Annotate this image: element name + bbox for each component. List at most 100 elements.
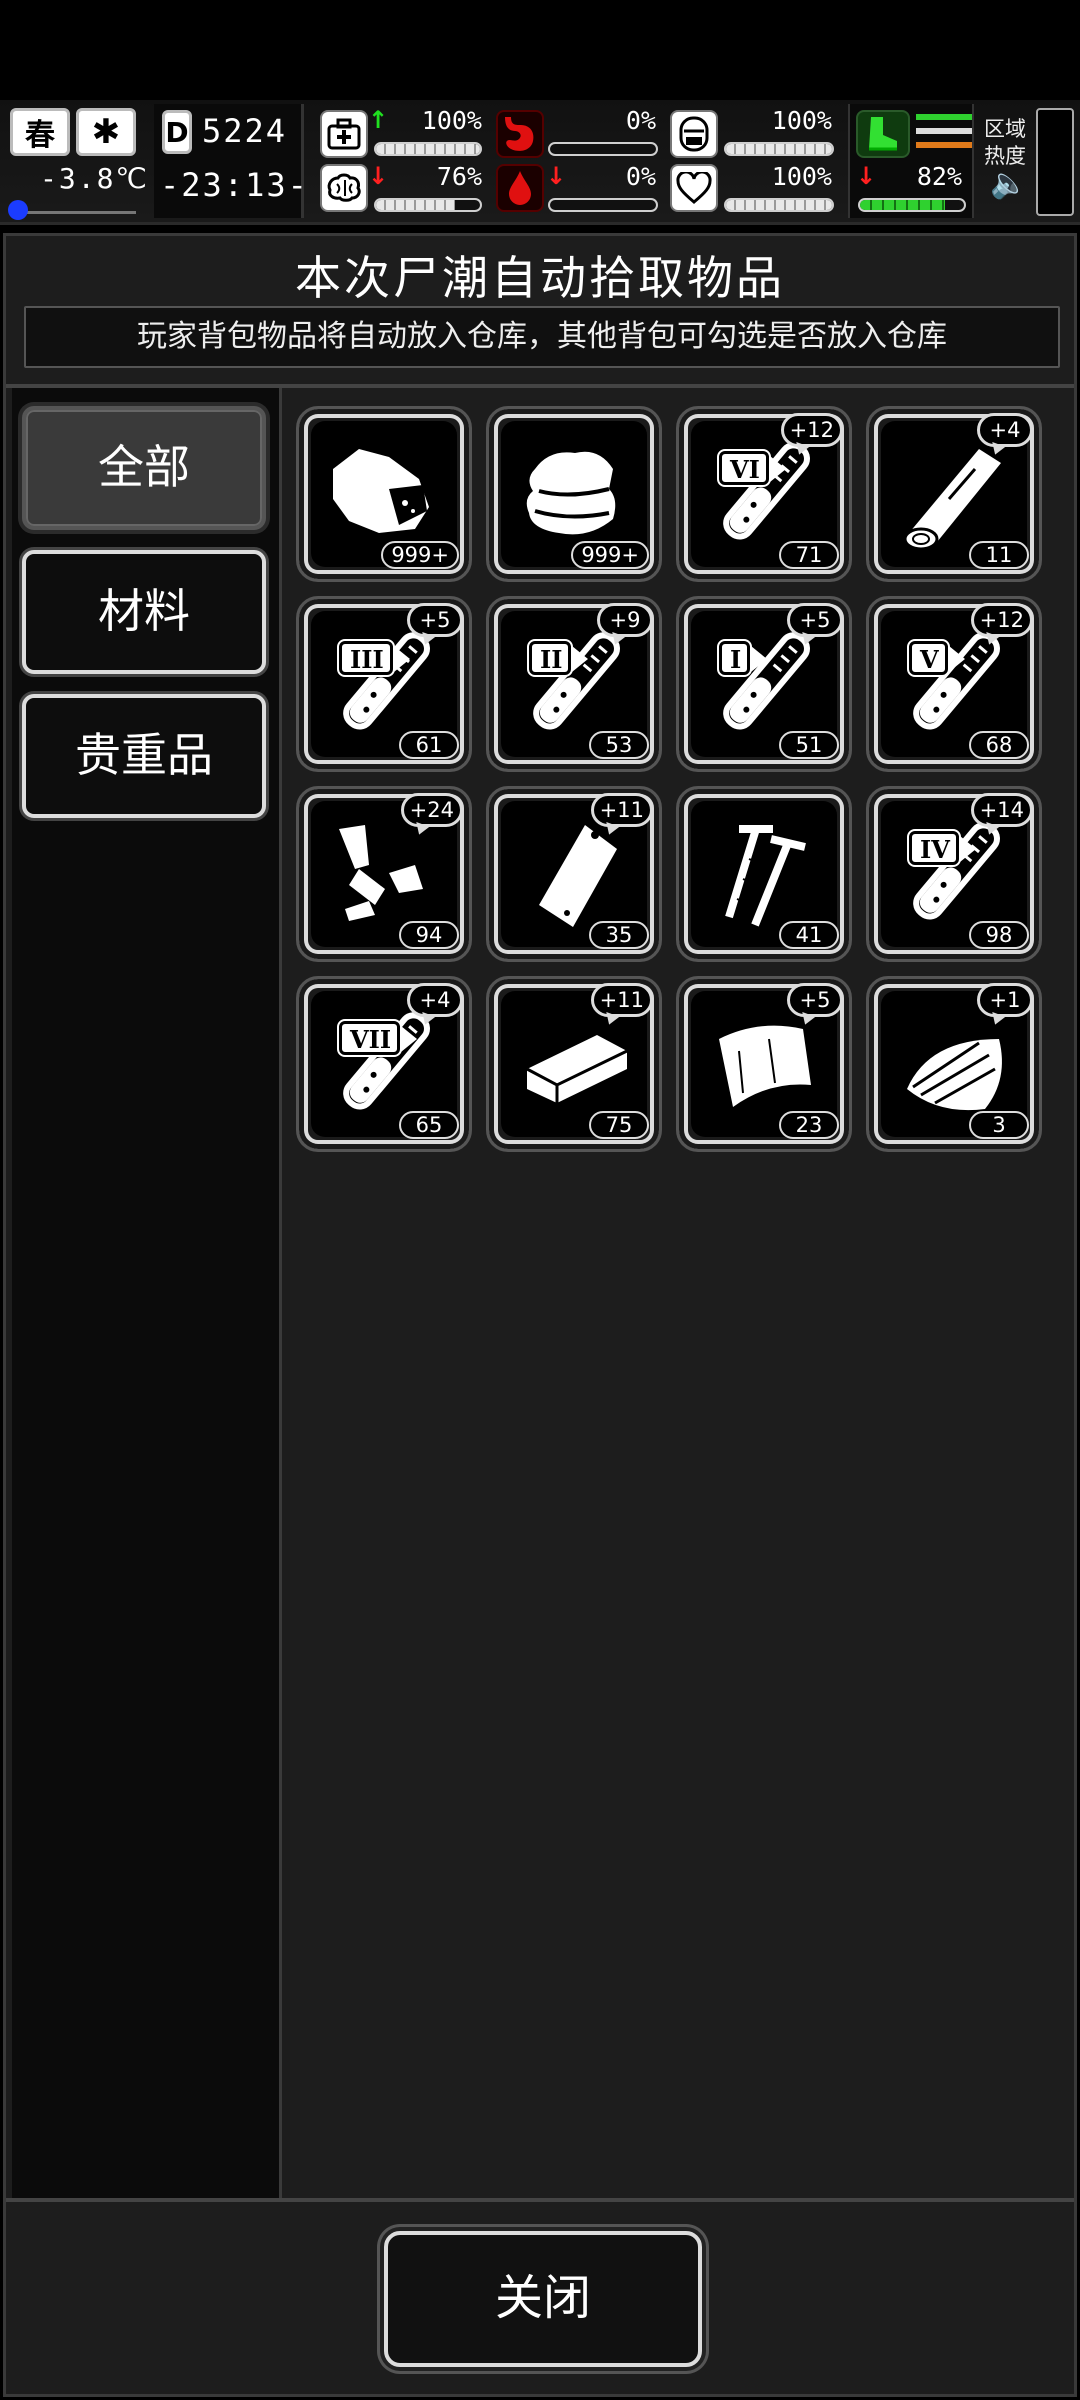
stamina-value: 82% xyxy=(916,162,962,191)
plank-icon xyxy=(526,1035,628,1103)
item-count: 94 xyxy=(399,921,459,949)
region-heat-meter xyxy=(1036,108,1074,216)
item-count: 51 xyxy=(779,731,839,759)
bonus-bubble: +14 xyxy=(970,793,1033,827)
item-count: 35 xyxy=(589,921,649,949)
hunger-value: 0% xyxy=(625,106,656,135)
weather-snow-icon: ✱ xyxy=(76,108,136,156)
meat-icon xyxy=(333,449,429,533)
item-count: 71 xyxy=(779,541,839,569)
stamina-panel: ↓ 82% xyxy=(848,104,974,218)
item-count: 41 xyxy=(779,921,839,949)
hunger-bar xyxy=(548,142,658,156)
close-button[interactable]: 关闭 xyxy=(384,2231,702,2367)
mood-bar xyxy=(724,198,834,212)
item-slot[interactable]: +24 94 xyxy=(296,786,472,962)
tier-badge: VII xyxy=(339,1021,418,1055)
category-sidebar: 全部 材料 贵重品 xyxy=(12,388,282,2198)
bonus-bubble: +11 xyxy=(590,983,653,1017)
item-count: 999+ xyxy=(571,541,649,569)
speaker-icon[interactable]: 🔈 xyxy=(990,166,1027,201)
medkit-icon xyxy=(320,110,368,158)
armor-icon xyxy=(670,110,718,158)
item-count: 75 xyxy=(589,1111,649,1139)
item-count: 68 xyxy=(969,731,1029,759)
item-count: 98 xyxy=(969,921,1029,949)
season-label: 春 xyxy=(25,118,55,153)
season-badge: 春 xyxy=(10,108,70,156)
item-slot[interactable]: +4 11 xyxy=(866,406,1042,582)
bonus-bubble: +4 xyxy=(977,413,1033,447)
plastic-bag-icon xyxy=(539,825,617,927)
item-count: 23 xyxy=(779,1111,839,1139)
day-prefix: D xyxy=(162,110,192,154)
stomach-icon xyxy=(496,110,544,158)
item-slot[interactable]: IV +14 98 xyxy=(866,786,1042,962)
temperature-readout: -3.8℃ xyxy=(40,162,149,195)
bonus-bubble: +5 xyxy=(407,603,463,637)
nails-icon xyxy=(725,825,806,927)
mood-value: 100% xyxy=(771,162,832,191)
item-slot[interactable]: III +5 61 xyxy=(296,596,472,772)
tab-all[interactable]: 全部 xyxy=(22,406,266,530)
item-slot[interactable]: V +12 68 xyxy=(866,596,1042,772)
auto-loot-panel: 本次尸潮自动拾取物品 玩家背包物品将自动放入仓库，其他背包可勾选是否放入仓库 全… xyxy=(3,233,1077,2397)
tier-badge: VI xyxy=(719,451,786,485)
scrap-parts-icon xyxy=(339,825,423,921)
item-slot[interactable]: I +5 51 xyxy=(676,596,852,772)
panel-title: 本次尸潮自动拾取物品 xyxy=(295,251,785,305)
tier-badge: II xyxy=(529,641,590,675)
panel-subtitle: 玩家背包物品将自动放入仓库，其他背包可勾选是否放入仓库 xyxy=(24,306,1060,368)
item-count: 999+ xyxy=(381,541,459,569)
potion-tube-icon xyxy=(723,442,810,540)
cloth-icon xyxy=(526,451,616,535)
equipment-bar xyxy=(724,142,834,156)
day-clock-panel: D 5224 -23:13- xyxy=(154,104,307,218)
sanity-bar xyxy=(374,198,482,212)
game-clock: -23:13- xyxy=(160,166,309,204)
item-count: 11 xyxy=(969,541,1029,569)
water-drop-icon xyxy=(496,164,544,212)
bonus-bubble: +1 xyxy=(977,983,1033,1017)
item-slot[interactable]: II +9 53 xyxy=(486,596,662,772)
item-slot[interactable]: 999+ xyxy=(486,406,662,582)
item-slot[interactable]: VI +12 71 xyxy=(676,406,852,582)
item-count: 65 xyxy=(399,1111,459,1139)
boot-icon xyxy=(856,110,910,158)
item-slot[interactable]: 999+ xyxy=(296,406,472,582)
item-slot[interactable]: +11 75 xyxy=(486,976,662,1152)
item-slot[interactable]: +11 35 xyxy=(486,786,662,962)
bonus-bubble: +24 xyxy=(400,793,463,827)
equipment-value: 100% xyxy=(771,106,832,135)
bonus-bubble: +12 xyxy=(780,413,843,447)
health-bar xyxy=(374,142,482,156)
bonus-bubble: +5 xyxy=(787,603,843,637)
tab-materials[interactable]: 材料 xyxy=(22,550,266,674)
item-slot[interactable]: +1 3 xyxy=(866,976,1042,1152)
thirst-value: 0% xyxy=(625,162,656,191)
item-slot[interactable]: +5 23 xyxy=(676,976,852,1152)
bonus-bubble: +9 xyxy=(597,603,653,637)
region-label-line-1: 区域 xyxy=(984,117,1026,141)
tier-badge: IV xyxy=(909,831,976,865)
tier-badge: V xyxy=(909,641,965,675)
bonus-bubble: +11 xyxy=(590,793,653,827)
item-slot[interactable]: 41 xyxy=(676,786,852,962)
day-counter: 5224 xyxy=(202,112,288,150)
brain-icon xyxy=(320,164,368,212)
heart-icon xyxy=(670,164,718,212)
sanity-value: 76% xyxy=(436,162,482,191)
health-value: 100% xyxy=(421,106,482,135)
thirst-bar xyxy=(548,198,658,212)
bonus-bubble: +4 xyxy=(407,983,463,1017)
status-hud: 春 ✱ -3.8℃ D 5224 -23:13- ↑ 100% 0% 100% … xyxy=(0,100,1080,225)
tier-badge: I xyxy=(719,641,768,675)
temperature-slider xyxy=(8,200,136,220)
stamina-stripes xyxy=(916,114,972,148)
bonus-bubble: +12 xyxy=(970,603,1033,637)
bonus-bubble: +5 xyxy=(787,983,843,1017)
item-slot[interactable]: VII +4 65 xyxy=(296,976,472,1152)
item-count: 53 xyxy=(589,731,649,759)
tab-valuables[interactable]: 贵重品 xyxy=(22,694,266,818)
region-heat-label: 区域 热度 xyxy=(984,116,1026,170)
